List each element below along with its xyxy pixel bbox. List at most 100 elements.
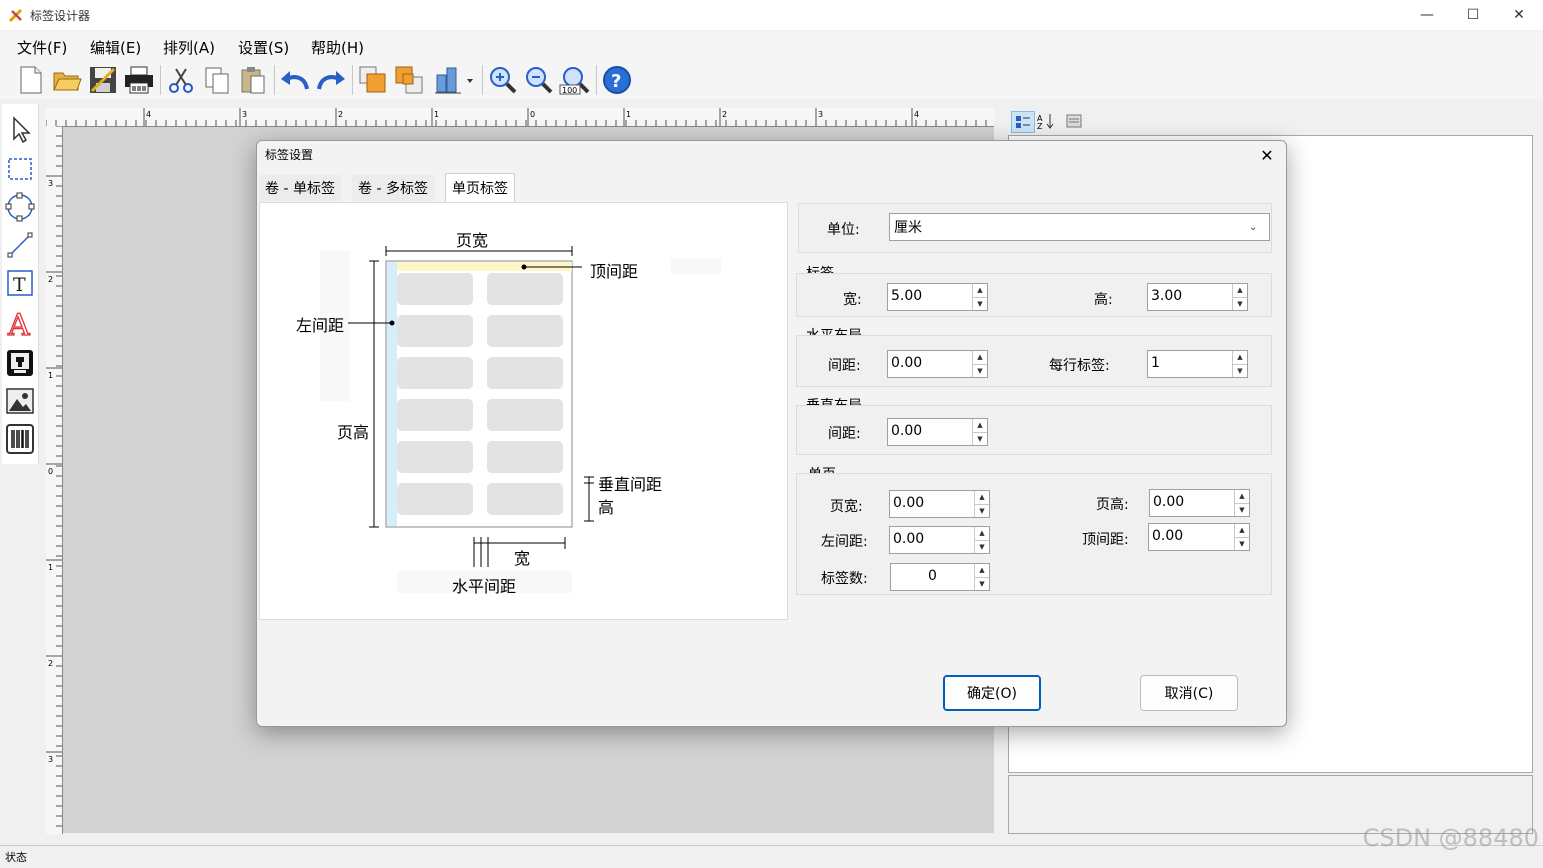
spin-down-icon[interactable]: ▼ (1233, 365, 1247, 378)
label-count-field[interactable]: 0 ▲ ▼ (890, 563, 990, 591)
zoom-out-icon[interactable] (522, 63, 556, 97)
ok-button[interactable]: 确定(O) (943, 675, 1041, 711)
preview-left-margin-label: 左间距 (296, 316, 345, 335)
unit-group: 单位: 厘米 ⌄ (798, 203, 1272, 253)
unit-value: 厘米 (894, 220, 922, 236)
undo-icon[interactable] (278, 63, 312, 97)
page-width-field[interactable]: 0.00 ▲ ▼ (889, 490, 990, 518)
spin-up-icon[interactable]: ▲ (1233, 351, 1247, 365)
ruler-tick-label: 4 (146, 110, 151, 119)
h-layout-group: 间距: 0.00 ▲ ▼ 每行标签: 1 ▲ ▼ (796, 335, 1272, 387)
tab-roll-single[interactable]: 卷 - 单标签 (259, 175, 341, 201)
page-height-field[interactable]: 0.00 ▲ ▼ (1149, 489, 1250, 517)
svg-text:Z: Z (1037, 122, 1043, 129)
preview-label-cell (487, 483, 563, 515)
ellipse-icon[interactable] (4, 190, 36, 224)
vertical-ruler: 3 2 1 0 1 2 3 (46, 126, 63, 834)
close-window-button[interactable]: ✕ (1496, 0, 1542, 30)
rectangle-icon[interactable] (4, 152, 36, 186)
spin-up-icon[interactable]: ▲ (973, 351, 987, 365)
spin-up-icon[interactable]: ▲ (975, 564, 989, 578)
h-gap-field[interactable]: 0.00 ▲ ▼ (887, 350, 988, 378)
preview-label-cell (397, 441, 473, 473)
spin-down-icon[interactable]: ▼ (975, 578, 989, 591)
label-width-field[interactable]: 5.00 ▲ ▼ (887, 283, 988, 311)
spin-down-icon[interactable]: ▼ (973, 298, 987, 311)
cut-icon[interactable] (164, 63, 198, 97)
preview-label-cell (397, 315, 473, 347)
spin-up-icon[interactable]: ▲ (973, 419, 987, 433)
spin-down-icon[interactable]: ▼ (973, 365, 987, 378)
help-icon[interactable]: ? (600, 63, 634, 97)
bring-front-icon[interactable] (356, 63, 390, 97)
text-art-icon[interactable]: A (4, 306, 36, 340)
preview-label-cell (397, 357, 473, 389)
zoom-in-icon[interactable] (486, 63, 520, 97)
text-box-icon[interactable]: T (4, 266, 36, 300)
per-row-label: 每行标签: (1049, 358, 1110, 374)
status-text: 状态 (5, 851, 27, 864)
new-file-icon[interactable] (14, 63, 48, 97)
preview-label-cell (487, 399, 563, 431)
tab-single-page[interactable]: 单页标签 (445, 173, 515, 202)
spin-down-icon[interactable]: ▼ (1233, 298, 1247, 311)
tab-roll-multi[interactable]: 卷 - 多标签 (352, 175, 434, 201)
spin-up-icon[interactable]: ▲ (973, 284, 987, 298)
layout-preview: 页宽 顶间距 左间距 页高 垂直间距 高 宽 水平间距 (259, 202, 788, 620)
spin-up-icon[interactable]: ▲ (975, 527, 989, 541)
print-icon[interactable] (122, 63, 156, 97)
unit-label: 单位: (827, 222, 860, 238)
unit-select[interactable]: 厘米 ⌄ (889, 213, 1270, 241)
open-folder-icon[interactable] (50, 63, 84, 97)
spin-down-icon[interactable]: ▼ (973, 433, 987, 446)
preview-page-width-label: 页宽 (456, 231, 489, 250)
menu-file[interactable]: 文件(F) (17, 37, 67, 58)
per-row-field[interactable]: 1 ▲ ▼ (1147, 350, 1248, 378)
redo-icon[interactable] (314, 63, 348, 97)
property-pages-icon[interactable] (1063, 111, 1085, 131)
preview-label-cell (487, 441, 563, 473)
minimize-button[interactable]: — (1404, 0, 1450, 30)
preview-label-cell (487, 315, 563, 347)
pointer-icon[interactable] (4, 112, 36, 146)
send-back-icon[interactable] (392, 63, 426, 97)
sort-alpha-icon[interactable]: AZ (1035, 111, 1057, 131)
preview-width-label: 宽 (514, 549, 531, 568)
v-layout-group: 间距: 0.00 ▲ ▼ (796, 405, 1272, 455)
spin-up-icon[interactable]: ▲ (1233, 284, 1247, 298)
menu-settings[interactable]: 设置(S) (238, 37, 289, 58)
spin-up-icon[interactable]: ▲ (1235, 524, 1249, 538)
top-margin-field[interactable]: 0.00 ▲ ▼ (1148, 523, 1250, 551)
spin-down-icon[interactable]: ▼ (975, 541, 989, 554)
svg-text:100: 100 (562, 86, 577, 95)
barcode-icon[interactable] (4, 422, 36, 456)
copy-icon[interactable] (200, 63, 234, 97)
dialog-close-button[interactable]: ✕ (1254, 143, 1280, 167)
spin-down-icon[interactable]: ▼ (975, 505, 989, 518)
menu-help[interactable]: 帮助(H) (311, 37, 364, 58)
v-gap-field[interactable]: 0.00 ▲ ▼ (887, 418, 988, 446)
categorized-icon[interactable] (1011, 111, 1035, 133)
cancel-button[interactable]: 取消(C) (1140, 675, 1238, 711)
menu-arrange[interactable]: 排列(A) (163, 37, 215, 58)
label-height-field[interactable]: 3.00 ▲ ▼ (1147, 283, 1248, 311)
v-gap-label: 间距: (828, 426, 861, 442)
save-icon[interactable] (86, 63, 120, 97)
maximize-button[interactable]: ☐ (1450, 0, 1496, 30)
spin-down-icon[interactable]: ▼ (1235, 504, 1249, 517)
spin-up-icon[interactable]: ▲ (975, 491, 989, 505)
line-icon[interactable] (4, 228, 36, 262)
left-margin-field[interactable]: 0.00 ▲ ▼ (889, 526, 990, 554)
watermark: CSDN @88480 (1362, 824, 1539, 852)
paste-icon[interactable] (236, 63, 270, 97)
h-gap-label: 间距: (828, 358, 861, 374)
zoom-100-icon[interactable]: 100 (558, 63, 592, 97)
spin-up-icon[interactable]: ▲ (1235, 490, 1249, 504)
stamp-icon[interactable] (4, 346, 36, 380)
image-icon[interactable] (4, 384, 36, 418)
menu-edit[interactable]: 编辑(E) (90, 37, 141, 58)
align-icon[interactable] (432, 63, 476, 97)
spin-down-icon[interactable]: ▼ (1235, 538, 1249, 551)
ruler-tick-label: 0 (530, 110, 535, 119)
preview-horizontal-gap-label: 水平间距 (452, 577, 517, 596)
